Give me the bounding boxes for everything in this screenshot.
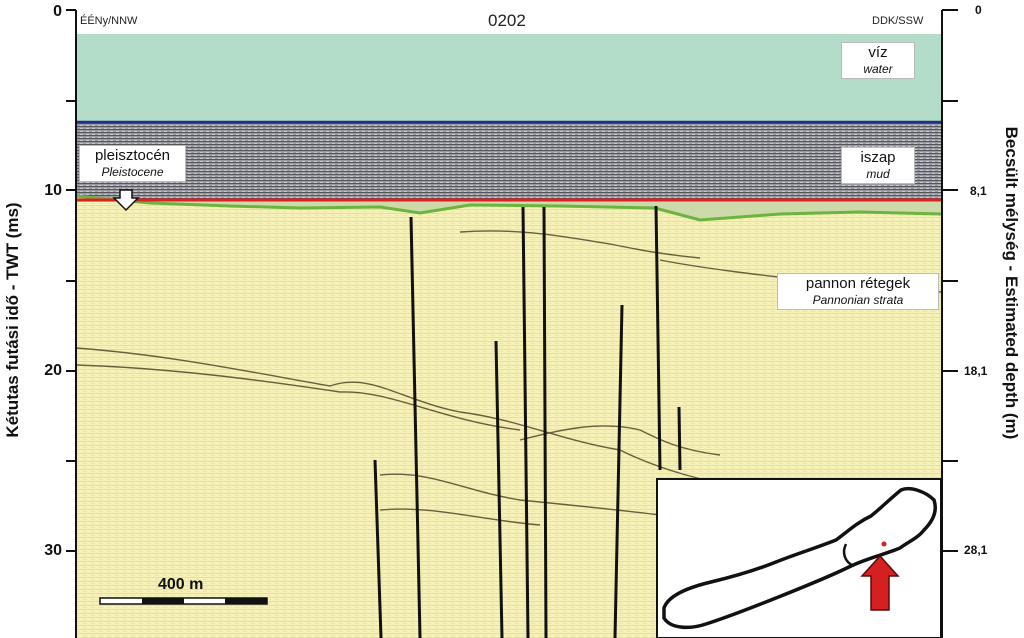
water-label-en: water bbox=[863, 62, 893, 76]
mud-label: iszap mud bbox=[841, 147, 915, 184]
mud-label-en: mud bbox=[866, 167, 890, 181]
scale-bar-label: 400 m bbox=[158, 576, 204, 593]
pleistocene-label: pleisztocén Pleistocene bbox=[79, 145, 186, 182]
pannonian-label-hu: pannon rétegek bbox=[805, 275, 911, 292]
water-label-hu: víz bbox=[868, 44, 888, 61]
water-layer bbox=[76, 34, 942, 122]
pleistocene-label-en: Pleistocene bbox=[101, 165, 164, 179]
water-label: víz water bbox=[841, 42, 915, 79]
mud-label-hu: iszap bbox=[860, 149, 896, 166]
location-marker-icon bbox=[881, 541, 887, 547]
scale-bar bbox=[99, 597, 268, 605]
pannonian-label-en: Pannonian strata bbox=[812, 293, 904, 307]
direction-right: DDK/SSW bbox=[872, 15, 924, 27]
direction-left: ÉÉNy/NNW bbox=[80, 15, 138, 27]
inset-map bbox=[656, 478, 942, 638]
pannonian-label: pannon rétegek Pannonian strata bbox=[777, 273, 939, 310]
profile-id: 0202 bbox=[488, 11, 526, 30]
mud-layer bbox=[76, 122, 942, 200]
pleistocene-label-hu: pleisztocén bbox=[94, 147, 171, 164]
